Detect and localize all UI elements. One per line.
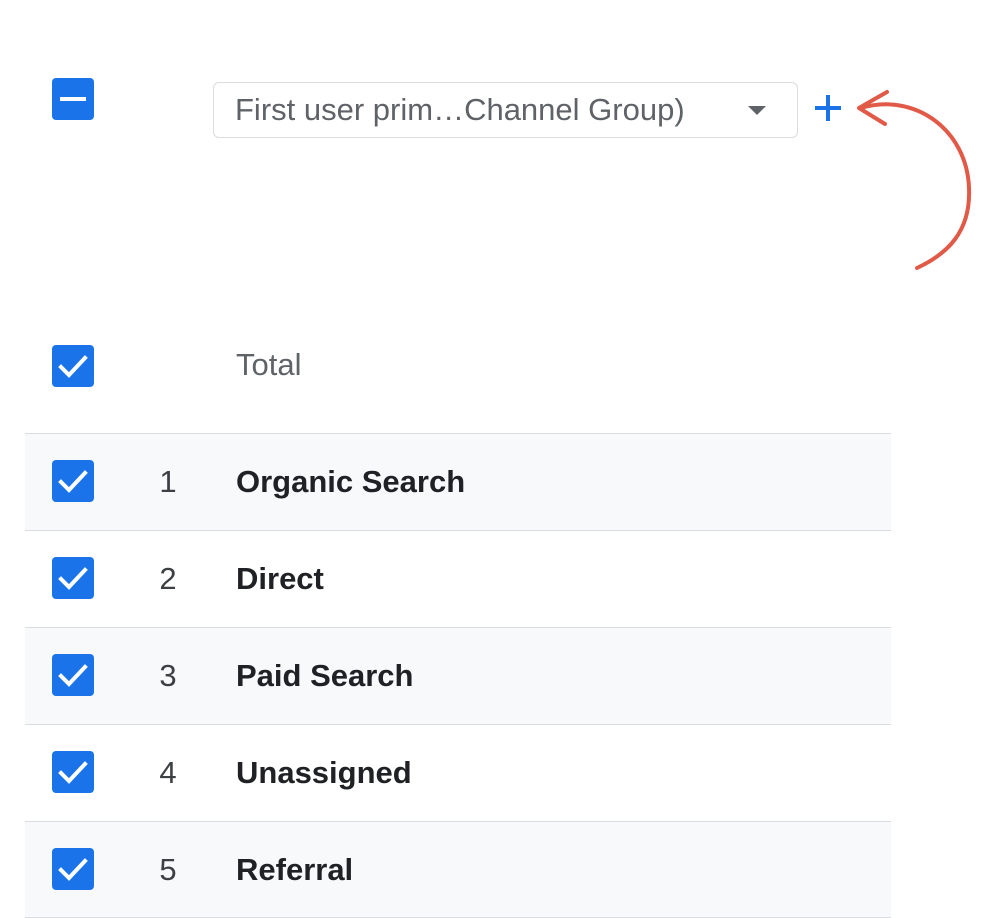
total-checkbox[interactable]	[52, 345, 94, 387]
checkmark-icon	[58, 761, 88, 784]
row-index: 3	[159, 658, 177, 693]
dropdown-caret-icon	[748, 106, 766, 115]
row-checkbox[interactable]	[52, 460, 94, 502]
row-index: 5	[159, 852, 177, 887]
checkmark-icon	[58, 664, 88, 687]
row-checkbox[interactable]	[52, 751, 94, 793]
row-label: Unassigned	[236, 755, 412, 790]
table-row: 3 Paid Search	[25, 627, 891, 724]
primary-dimension-select[interactable]: First user prim…Channel Group)	[213, 82, 798, 138]
checkmark-icon	[58, 470, 88, 493]
row-label: Paid Search	[236, 658, 414, 693]
row-index: 1	[159, 464, 177, 499]
checkmark-icon	[58, 858, 88, 881]
select-all-checkbox[interactable]	[52, 78, 94, 120]
row-label: Referral	[236, 852, 354, 887]
add-dimension-button[interactable]	[808, 88, 848, 128]
indeterminate-dash-icon	[60, 97, 86, 101]
row-label: Direct	[236, 561, 324, 596]
checkmark-icon	[58, 355, 88, 378]
total-label: Total	[236, 347, 302, 382]
primary-dimension-label: First user prim…Channel Group)	[235, 92, 685, 127]
plus-icon	[815, 95, 841, 121]
table-row: 4 Unassigned	[25, 724, 891, 821]
row-index: 4	[159, 755, 177, 790]
table-row: 2 Direct	[25, 530, 891, 627]
row-index: 2	[159, 561, 177, 596]
annotation-arrow-icon	[857, 90, 972, 270]
checkmark-icon	[58, 567, 88, 590]
channel-table: 1 Organic Search 2 Direct 3 Paid Search …	[25, 433, 891, 918]
row-checkbox[interactable]	[52, 557, 94, 599]
table-row: 1 Organic Search	[25, 433, 891, 530]
row-label: Organic Search	[236, 464, 466, 499]
table-row: 5 Referral	[25, 821, 891, 918]
row-checkbox[interactable]	[52, 848, 94, 890]
row-checkbox[interactable]	[52, 654, 94, 696]
